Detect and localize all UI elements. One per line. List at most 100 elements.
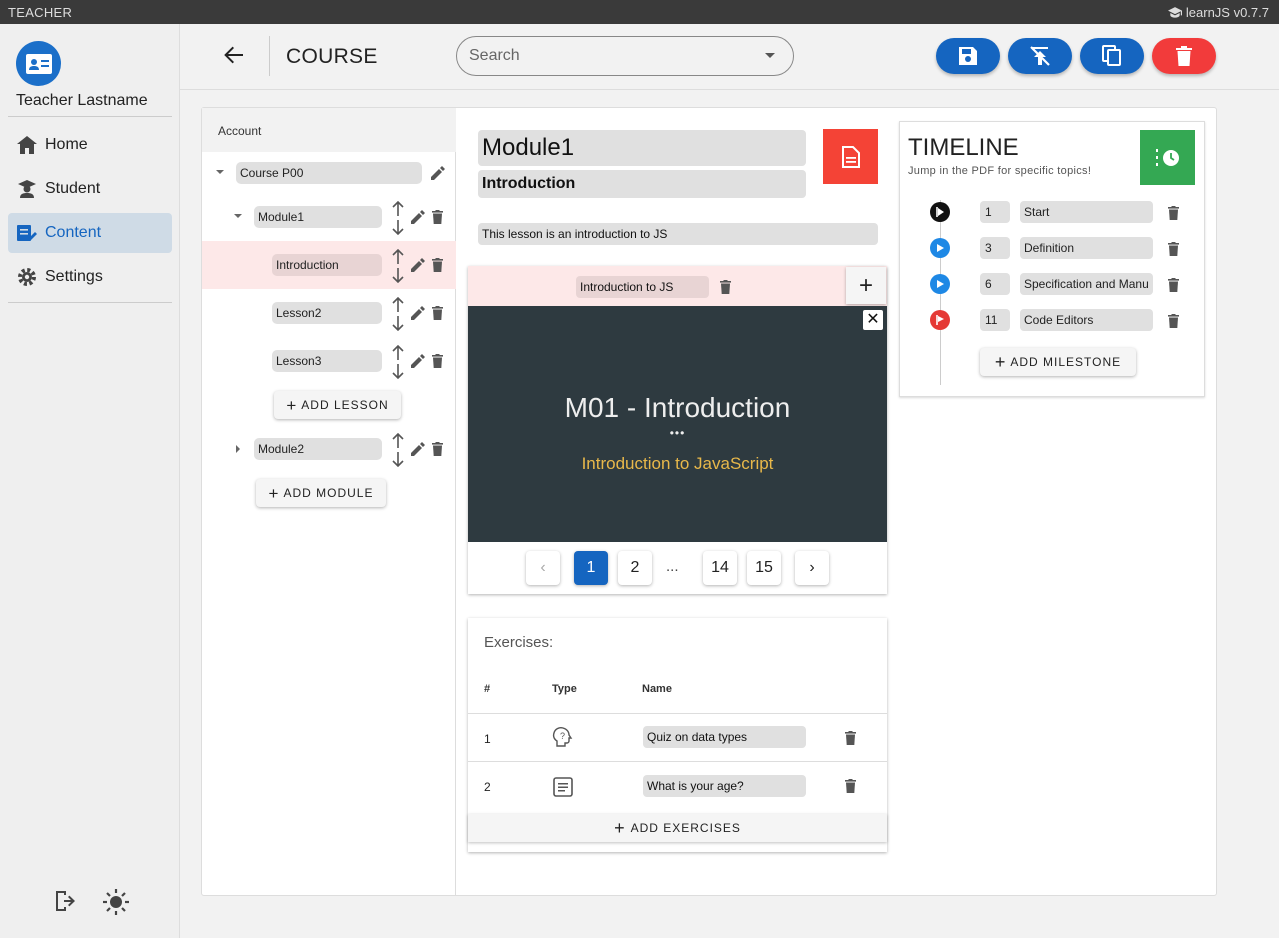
timeline-title: TIMELINE bbox=[908, 134, 1019, 161]
add-module-button[interactable]: + ADD MODULE bbox=[256, 479, 386, 507]
lesson-name-field[interactable]: Introduction bbox=[272, 254, 382, 276]
add-timeline-button[interactable] bbox=[1140, 130, 1195, 185]
search-input[interactable]: Search bbox=[456, 36, 794, 76]
nav-settings[interactable]: Settings bbox=[8, 257, 172, 297]
page-button[interactable]: 1 bbox=[574, 551, 608, 585]
nav-student[interactable]: Student bbox=[8, 169, 172, 209]
trash-icon[interactable] bbox=[432, 306, 443, 320]
unpublish-button[interactable] bbox=[1008, 38, 1072, 74]
expand-arrow-icon[interactable] bbox=[216, 170, 224, 174]
add-pdf-button[interactable]: + bbox=[846, 267, 886, 304]
trash-icon[interactable] bbox=[845, 779, 856, 793]
home-icon bbox=[17, 136, 37, 154]
move-arrows-icon[interactable] bbox=[391, 345, 405, 379]
search-placeholder: Search bbox=[469, 47, 520, 64]
tree-course-row[interactable]: Course P00 bbox=[202, 149, 456, 197]
module-name-field[interactable]: Module2 bbox=[254, 438, 382, 460]
course-tree: Account Course P00 Module1 Introduction … bbox=[202, 108, 456, 895]
exercise-name-field[interactable]: Quiz on data types bbox=[643, 726, 806, 748]
milestone-name-field[interactable]: Code Editors bbox=[1020, 309, 1153, 331]
page-button[interactable]: 15 bbox=[747, 551, 781, 585]
pencil-icon[interactable] bbox=[411, 442, 425, 456]
chevron-down-icon[interactable] bbox=[765, 53, 775, 58]
brand-label: learnJS v0.7.7 bbox=[1185, 5, 1269, 20]
move-arrows-icon[interactable] bbox=[391, 297, 405, 331]
table-row[interactable]: 1 ? Quiz on data types bbox=[468, 713, 887, 761]
pencil-icon[interactable] bbox=[411, 306, 425, 320]
timeline-play-icon bbox=[930, 274, 950, 294]
expand-arrow-icon[interactable] bbox=[234, 214, 242, 218]
milestone-page-field[interactable]: 11 bbox=[980, 309, 1010, 331]
milestone-page-field[interactable]: 3 bbox=[980, 237, 1010, 259]
exercises-title: Exercises: bbox=[484, 634, 554, 651]
save-button[interactable] bbox=[936, 38, 1000, 74]
lesson-name-field[interactable]: Lesson2 bbox=[272, 302, 382, 324]
tree-module-row[interactable]: Module1 bbox=[202, 193, 456, 241]
exercise-name-field[interactable]: What is your age? bbox=[643, 775, 806, 797]
gear-icon bbox=[18, 268, 36, 286]
pencil-icon[interactable] bbox=[411, 354, 425, 368]
trash-icon[interactable] bbox=[1168, 242, 1179, 256]
milestone-name-field[interactable]: Start bbox=[1020, 201, 1153, 223]
tree-lesson-row[interactable]: Lesson2 bbox=[202, 289, 456, 337]
trash-icon[interactable] bbox=[1168, 278, 1179, 292]
save-icon bbox=[959, 47, 977, 65]
avatar[interactable] bbox=[16, 41, 61, 86]
lesson-name-field[interactable]: Lesson3 bbox=[272, 350, 382, 372]
course-name-field[interactable]: Course P00 bbox=[236, 162, 422, 184]
pdf-name-field[interactable]: Introduction to JS bbox=[576, 276, 709, 298]
duplicate-button[interactable] bbox=[1080, 38, 1144, 74]
timeline-subtitle: Jump in the PDF for specific topics! bbox=[908, 165, 1092, 177]
pencil-icon[interactable] bbox=[411, 258, 425, 272]
brightness-icon[interactable] bbox=[103, 889, 129, 915]
trash-icon[interactable] bbox=[432, 442, 443, 456]
page-title: COURSE bbox=[286, 45, 378, 68]
nav-home[interactable]: Home bbox=[8, 125, 172, 165]
lesson-description-field[interactable]: This lesson is an introduction to JS bbox=[478, 223, 878, 245]
milestone-name-field[interactable]: Specification and Manu bbox=[1020, 273, 1153, 295]
tree-lesson-row[interactable]: Introduction bbox=[202, 241, 456, 289]
trash-icon[interactable] bbox=[432, 354, 443, 368]
delete-button[interactable] bbox=[1152, 38, 1216, 74]
add-lesson-button[interactable]: + ADD LESSON bbox=[274, 391, 401, 419]
trash-icon[interactable] bbox=[1168, 206, 1179, 220]
trash-icon[interactable] bbox=[1168, 314, 1179, 328]
module-name-field[interactable]: Module1 bbox=[254, 206, 382, 228]
trash-icon[interactable] bbox=[432, 258, 443, 272]
trash-icon[interactable] bbox=[845, 731, 856, 745]
nav-content[interactable]: Content bbox=[8, 213, 172, 253]
trash-icon[interactable] bbox=[720, 280, 731, 294]
logout-icon[interactable] bbox=[52, 889, 76, 913]
table-row[interactable]: 2 What is your age? bbox=[468, 761, 887, 809]
move-arrows-icon[interactable] bbox=[391, 201, 405, 235]
quiz-icon: ? bbox=[552, 727, 573, 747]
chevron-left-icon: ‹ bbox=[540, 559, 546, 576]
nav-content-label: Content bbox=[45, 224, 102, 241]
back-arrow-icon[interactable] bbox=[223, 44, 245, 66]
page-button[interactable]: 14 bbox=[703, 551, 737, 585]
collapse-arrow-icon[interactable] bbox=[236, 445, 240, 453]
pdf-button[interactable] bbox=[823, 129, 878, 184]
add-exercises-button[interactable]: + ADD EXERCISES bbox=[468, 814, 887, 842]
pencil-icon[interactable] bbox=[411, 210, 425, 224]
content-edit-icon bbox=[17, 225, 37, 241]
close-icon[interactable]: ✕ bbox=[863, 310, 883, 330]
nav-student-label: Student bbox=[45, 180, 101, 197]
milestone-page-field[interactable]: 1 bbox=[980, 201, 1010, 223]
milestone-name-field[interactable]: Definition bbox=[1020, 237, 1153, 259]
milestone-page-field[interactable]: 6 bbox=[980, 273, 1010, 295]
move-arrows-icon[interactable] bbox=[391, 249, 405, 283]
module-title-field[interactable]: Module1 bbox=[478, 130, 806, 166]
next-page-button[interactable]: › bbox=[795, 551, 829, 585]
plus-icon: + bbox=[286, 395, 298, 415]
brand: learnJS v0.7.7 bbox=[1167, 5, 1269, 20]
lesson-title-field[interactable]: Introduction bbox=[478, 170, 806, 198]
pencil-icon[interactable] bbox=[431, 166, 445, 180]
prev-page-button[interactable]: ‹ bbox=[526, 551, 560, 585]
tree-lesson-row[interactable]: Lesson3 bbox=[202, 337, 456, 385]
tree-module-row[interactable]: Module2 bbox=[202, 425, 456, 473]
add-milestone-button[interactable]: + ADD MILESTONE bbox=[980, 348, 1136, 376]
trash-icon[interactable] bbox=[432, 210, 443, 224]
move-arrows-icon[interactable] bbox=[391, 433, 405, 467]
page-button[interactable]: 2 bbox=[618, 551, 652, 585]
